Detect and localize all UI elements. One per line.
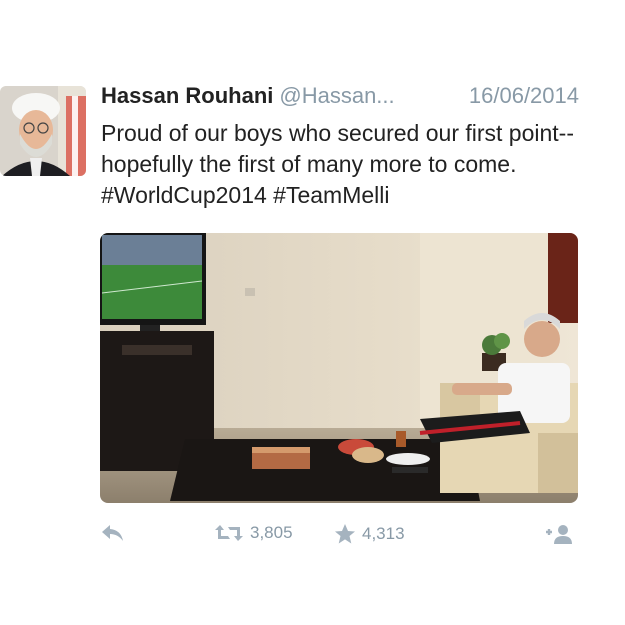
follow-button[interactable]	[544, 523, 574, 545]
tweet-actions: 3,805 4,313	[100, 520, 580, 550]
star-icon	[335, 524, 355, 544]
photo-image	[100, 233, 578, 503]
tweet-card: Hassan Rouhani @Hassan... 16/06/2014 Prou…	[0, 0, 625, 625]
favorite-count: 4,313	[362, 524, 405, 543]
author-name[interactable]: Hassan Rouhani	[101, 83, 273, 108]
reply-button[interactable]	[100, 523, 126, 543]
tweet-photo[interactable]	[100, 233, 578, 503]
retweet-button[interactable]: 3,805	[214, 523, 293, 543]
retweet-count: 3,805	[250, 523, 293, 542]
author-handle[interactable]: @Hassan...	[279, 83, 394, 108]
tweet-date[interactable]: 16/06/2014	[469, 83, 579, 109]
favorite-button[interactable]: 4,313	[334, 523, 405, 545]
avatar-image	[0, 86, 86, 176]
avatar[interactable]	[0, 86, 86, 176]
tweet-text: Proud of our boys who secured our first …	[101, 120, 575, 208]
reply-icon	[102, 525, 123, 541]
tweet-header: Hassan Rouhani @Hassan... 16/06/2014	[101, 83, 591, 113]
retweet-icon	[215, 525, 243, 541]
follow-icon	[546, 525, 572, 544]
